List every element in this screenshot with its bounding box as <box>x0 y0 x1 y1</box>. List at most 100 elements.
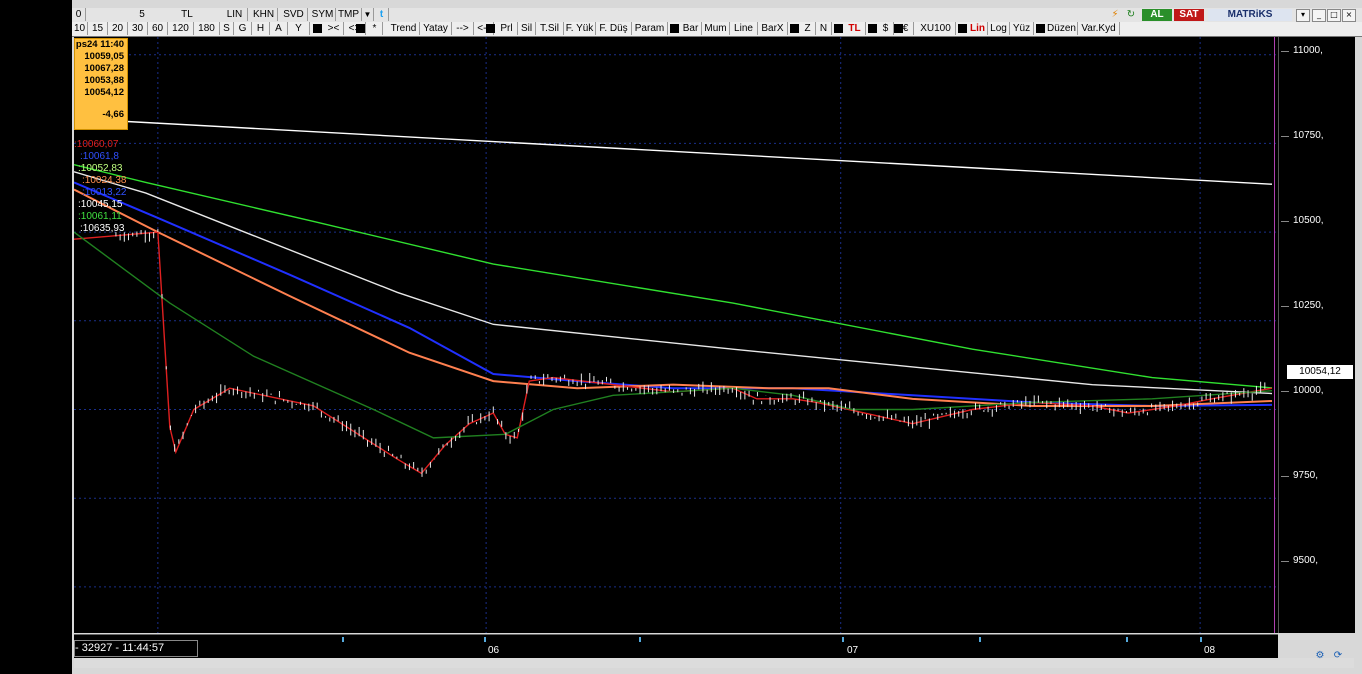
y-tick <box>1281 221 1289 222</box>
price-axis[interactable]: 11000, 10750, 10500, 10250, 10000, 9750,… <box>1278 37 1355 633</box>
y-label: 10500, <box>1293 215 1324 226</box>
tb-p120[interactable]: 120 <box>168 22 194 35</box>
tb-p10[interactable]: 10 <box>72 22 88 35</box>
tb-lin[interactable]: LIN <box>222 8 248 21</box>
ma-label-4: :10024,38 <box>82 175 127 186</box>
y-tick <box>1281 561 1289 562</box>
tb-trend[interactable]: Trend <box>388 22 420 35</box>
ma-label-1: :10060,07 <box>74 139 119 150</box>
tb-svd[interactable]: SVD <box>280 8 308 21</box>
tb-a[interactable]: A <box>270 22 288 35</box>
ma-label-3: :10052,83 <box>78 163 123 174</box>
tb-yuz[interactable]: Yüz <box>1010 22 1034 35</box>
separator-square <box>790 24 799 33</box>
series-sma_orange <box>74 188 1273 407</box>
sell-button[interactable]: SAT <box>1174 9 1204 21</box>
tb-barx[interactable]: BarX <box>758 22 788 35</box>
tb-euro[interactable]: € <box>898 22 914 35</box>
crosshair-line <box>1274 37 1275 633</box>
tb-p15[interactable]: 15 <box>88 22 108 35</box>
tb-y[interactable]: Y <box>288 22 310 35</box>
settings-icon[interactable]: ⚙ <box>1314 650 1326 662</box>
tb-param[interactable]: Param <box>632 22 668 35</box>
tb-line[interactable]: Line <box>730 22 758 35</box>
tb-star[interactable]: * <box>367 22 383 35</box>
tb-tmp[interactable]: TMP <box>336 8 362 21</box>
tb-interval[interactable]: 5 <box>132 8 152 21</box>
tb-lin2[interactable]: Lin <box>968 22 988 35</box>
status-text: - 32927 - 11:44:57 <box>74 640 198 657</box>
tb-yatay[interactable]: Yatay <box>420 22 452 35</box>
series-sma_blue <box>74 181 1273 407</box>
twitter-icon[interactable]: t <box>375 8 389 21</box>
tb-fyuk[interactable]: F. Yük <box>564 22 596 35</box>
horizontal-scrollbar[interactable] <box>74 658 1354 668</box>
chart-canvas <box>74 37 1278 633</box>
series-sma_green <box>74 164 1273 389</box>
buy-button[interactable]: AL <box>1142 9 1172 21</box>
ma-label-5: :10013,22 <box>82 187 127 198</box>
tb-fdus[interactable]: F. Düş <box>596 22 632 35</box>
close-icon[interactable]: × <box>1342 9 1356 22</box>
time-marker <box>1200 637 1202 642</box>
tb-n[interactable]: N <box>816 22 832 35</box>
tb-prl[interactable]: Prl <box>496 22 518 35</box>
refresh-icon[interactable]: ↻ <box>1125 9 1137 21</box>
tb-varkyd[interactable]: Var.Kyd <box>1078 22 1120 35</box>
tb-p30[interactable]: 30 <box>128 22 148 35</box>
y-label: 10000, <box>1293 385 1324 396</box>
tb-p20[interactable]: 20 <box>108 22 128 35</box>
y-label: 9500, <box>1293 555 1319 566</box>
tb-dollar[interactable]: $ <box>878 22 894 35</box>
tb-z[interactable]: Z <box>800 22 816 35</box>
tb-arrow-right[interactable]: --> <box>452 22 474 35</box>
tb-period-0[interactable]: 0 <box>72 8 86 21</box>
left-margin <box>0 0 72 674</box>
tb-p60[interactable]: 60 <box>148 22 168 35</box>
tb-tsil[interactable]: T.Sil <box>536 22 564 35</box>
tb-tl[interactable]: TL <box>844 22 866 35</box>
y-tick <box>1281 476 1289 477</box>
time-marker <box>1126 637 1128 642</box>
tb-log[interactable]: Log <box>988 22 1010 35</box>
info-open: 10059,05 <box>84 51 124 62</box>
time-marker <box>842 637 844 642</box>
series-sma_darkgreen <box>74 231 1273 439</box>
separator-square <box>868 24 877 33</box>
separator-square <box>834 24 843 33</box>
info-change: -4,66 <box>102 109 124 120</box>
tb-p180[interactable]: 180 <box>194 22 220 35</box>
tb-khn[interactable]: KHN <box>250 8 278 21</box>
tb-currency[interactable]: TL <box>176 8 198 21</box>
minimize-icon[interactable]: _ <box>1312 9 1326 22</box>
x-label-06: 06 <box>488 645 500 656</box>
dropdown-icon[interactable]: ▾ <box>1296 9 1310 22</box>
lightning-icon[interactable]: ⚡ <box>1109 9 1121 21</box>
ma-label-2: :10061,8 <box>80 151 119 162</box>
tb-sym[interactable]: SYM <box>310 8 336 21</box>
maximize-icon[interactable]: □ <box>1327 9 1341 22</box>
separator-square <box>356 24 365 33</box>
x-label-08: 08 <box>1204 645 1216 656</box>
tb-sil[interactable]: Sil <box>518 22 536 35</box>
tb-duzen[interactable]: Düzen <box>1046 22 1078 35</box>
tb-g[interactable]: G <box>234 22 252 35</box>
refresh-icon[interactable]: ⟳ <box>1332 650 1344 662</box>
current-price-label: 10054,12 <box>1287 365 1353 379</box>
separator-square <box>486 24 495 33</box>
tb-s[interactable]: S <box>220 22 234 35</box>
time-axis[interactable]: 06 07 08 <box>74 634 1278 659</box>
separator-square <box>670 24 679 33</box>
series-sma_white <box>74 171 1273 395</box>
dropdown-arrow-icon[interactable]: ▼ <box>362 8 374 21</box>
matriks-logo: MATRiKS <box>1208 9 1292 21</box>
tb-zoom-in[interactable]: >< <box>324 22 344 35</box>
ma-label-7: :10061,11 <box>78 211 122 222</box>
ohlc-info-box: ps24 11:40 10059,05 10067,28 10053,88 10… <box>74 38 128 130</box>
price-chart[interactable] <box>74 37 1278 633</box>
tb-h[interactable]: H <box>252 22 270 35</box>
tb-xu100[interactable]: XU100 <box>916 22 956 35</box>
separator-square <box>1036 24 1045 33</box>
tb-mum[interactable]: Mum <box>702 22 730 35</box>
tb-bar[interactable]: Bar <box>680 22 702 35</box>
